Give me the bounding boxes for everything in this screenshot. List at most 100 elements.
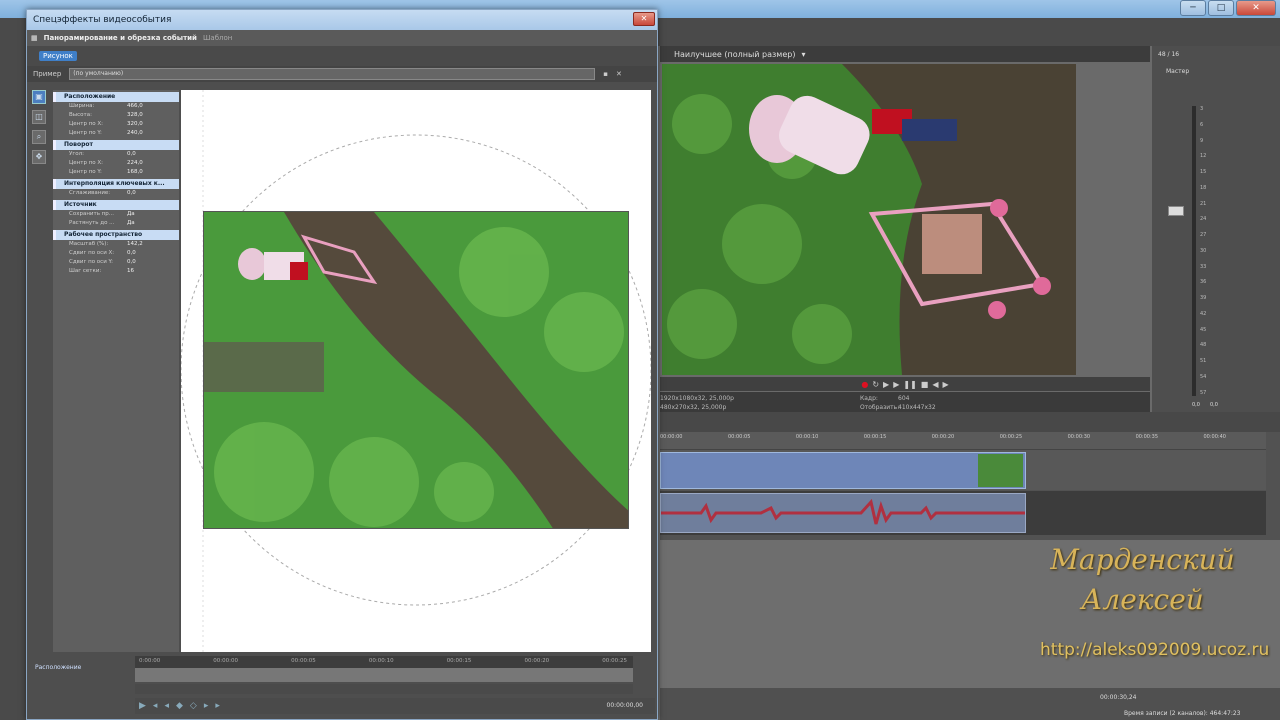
last-keyframe-icon[interactable]: ▸ <box>215 701 220 711</box>
property-value[interactable]: 320,0 <box>127 120 143 129</box>
property-row[interactable]: Центр по X: 320,0 <box>53 120 179 129</box>
property-value[interactable]: 240,0 <box>127 129 143 138</box>
meter-scale-label: 54 <box>1200 374 1207 381</box>
property-row[interactable]: Ширина: 466,0 <box>53 102 179 111</box>
property-value[interactable]: 0,0 <box>127 249 136 258</box>
property-row[interactable]: Сдвиг по оси Y: 0,0 <box>53 258 179 267</box>
delete-preset-icon[interactable]: ✕ <box>616 70 622 78</box>
property-row[interactable]: Центр по Y: 168,0 <box>53 168 179 177</box>
master-mixer: 48 / 16 Мастер 3 6 9 12 15 18 21 24 27 30 33 36 39 42… <box>1152 46 1280 412</box>
keyframe-track-label[interactable]: Расположение <box>35 664 81 671</box>
property-value[interactable]: 0,0 <box>127 258 136 267</box>
property-value[interactable]: 16 <box>127 267 134 276</box>
film-icon: ▦ <box>31 34 38 42</box>
zoom-tool-icon[interactable]: ⌕ <box>32 130 46 144</box>
video-clip[interactable] <box>660 452 1026 489</box>
normal-edit-tool-icon[interactable]: ▣ <box>32 90 46 104</box>
tab-pan-crop[interactable]: Панорамирование и обрезка событий <box>44 34 197 42</box>
property-value[interactable]: 328,0 <box>127 111 143 120</box>
move-tool-icon[interactable]: ✥ <box>32 150 46 164</box>
audio-clip[interactable] <box>660 493 1026 533</box>
watermark-name: Марденский Алексей <box>1030 540 1255 620</box>
loop-icon[interactable]: ↻ <box>872 380 879 389</box>
project-info: 1920x1080x32, 25,000p <box>660 395 734 402</box>
property-value[interactable]: 168,0 <box>127 168 143 177</box>
section-header[interactable]: Источник <box>53 200 179 210</box>
meter-scale-label: 33 <box>1200 263 1207 270</box>
property-row[interactable]: Угол: 0,0 <box>53 150 179 159</box>
tab-template[interactable]: Шаблон <box>203 34 232 42</box>
section-header[interactable]: Интерполяция ключевых к... <box>53 179 179 189</box>
dialog-titlebar[interactable]: Спецэффекты видеособытия ✕ <box>27 10 657 30</box>
preview-res-info: 480x270x32, 25,000p <box>660 404 727 411</box>
close-app-button[interactable]: ✕ <box>1236 0 1276 16</box>
tab-picture[interactable]: Рисунок <box>39 51 77 61</box>
volume-fader[interactable] <box>1168 206 1184 216</box>
property-row[interactable]: Сохранить пр... Да <box>53 210 179 219</box>
property-row[interactable]: Высота: 328,0 <box>53 111 179 120</box>
watermark-line2: Алексей <box>1081 583 1204 616</box>
property-value[interactable]: 0,0 <box>127 150 136 159</box>
property-row[interactable]: Центр по Y: 240,0 <box>53 129 179 138</box>
video-preview <box>662 64 1076 375</box>
play-start-icon[interactable]: ▶ <box>883 380 889 389</box>
meter-scale-label: 24 <box>1200 216 1207 223</box>
ruler-tick-label: 0:00:00 <box>139 658 161 664</box>
property-value[interactable]: Да <box>127 210 135 219</box>
display-value: 410x447x32 <box>898 404 936 411</box>
property-row[interactable]: Растянуть до ... Да <box>53 219 179 228</box>
meter-scale-label: 12 <box>1200 153 1207 160</box>
next-keyframe-icon[interactable]: ▸ <box>204 701 209 711</box>
property-name: Угол: <box>69 151 84 157</box>
delete-keyframe-icon[interactable]: ◇ <box>190 701 197 711</box>
section-header[interactable]: Расположение <box>53 92 179 102</box>
property-row[interactable]: Сдвиг по оси X: 0,0 <box>53 249 179 258</box>
prev-frame-icon[interactable]: ◀ <box>932 380 938 389</box>
ruler-tick-label: 00:00:15 <box>863 434 887 440</box>
section-header[interactable]: Поворот <box>53 140 179 150</box>
minimize-button[interactable]: ─ <box>1180 0 1206 16</box>
play-icon[interactable]: ▶ <box>893 380 899 389</box>
preview-transport: ● ↻ ▶ ▶ ❚❚ ■ ◀ ▶ <box>660 377 1150 391</box>
property-name: Масштаб (%): <box>69 241 109 247</box>
prev-keyframe-icon[interactable]: ◂ <box>164 701 169 711</box>
property-row[interactable]: Шаг сетки: 16 <box>53 267 179 276</box>
preset-select[interactable]: (по умолчанию) <box>69 68 596 80</box>
pause-icon[interactable]: ❚❚ <box>903 380 916 389</box>
keyframe-track[interactable] <box>135 668 633 682</box>
property-row[interactable]: Масштаб (%): 142,2 <box>53 240 179 249</box>
preview-info: 1920x1080x32, 25,000p 480x270x32, 25,000… <box>660 392 1150 412</box>
meter-scale-label: 45 <box>1200 326 1207 333</box>
watermark-line1: Марденский <box>1050 543 1235 576</box>
keyframe-scrollbar[interactable] <box>135 684 633 694</box>
preview-quality-select[interactable]: Наилучшее (полный размер) <box>674 50 795 59</box>
timeline-ruler[interactable]: 00:00:00 00:00:05 00:00:10 00:00:15 00:00:20… <box>660 432 1266 450</box>
play-icon[interactable]: ▶ <box>139 701 146 711</box>
property-row[interactable]: Сглаживание: 0,0 <box>53 189 179 198</box>
meter-scale-label: 15 <box>1200 169 1207 176</box>
crop-frame-image[interactable] <box>203 211 629 529</box>
app-window-controls: ─ □ ✕ <box>1180 0 1276 16</box>
timeline-toolbar <box>660 412 1280 432</box>
add-keyframe-icon[interactable]: ◆ <box>176 701 183 711</box>
frame-thumbnail <box>204 212 628 528</box>
next-frame-icon[interactable]: ▶ <box>942 380 948 389</box>
property-row[interactable]: Центр по X: 224,0 <box>53 159 179 168</box>
chevron-down-icon[interactable]: ▾ <box>801 50 805 59</box>
property-value[interactable]: 0,0 <box>127 189 136 198</box>
property-value[interactable]: 142,2 <box>127 240 143 249</box>
ruler-tick-label: 00:00:30 <box>1067 434 1091 440</box>
property-name: Сдвиг по оси X: <box>69 250 115 256</box>
record-icon[interactable]: ● <box>861 380 868 389</box>
save-preset-icon[interactable]: ▪ <box>603 70 608 78</box>
property-value[interactable]: Да <box>127 219 135 228</box>
property-value[interactable]: 466,0 <box>127 102 143 111</box>
property-value[interactable]: 224,0 <box>127 159 143 168</box>
first-keyframe-icon[interactable]: ◂ <box>153 701 158 711</box>
keyframe-ruler[interactable]: 0:00:00 00:00:00 00:00:05 00:00:10 00:00:15 0… <box>135 656 633 668</box>
maximize-button[interactable]: □ <box>1208 0 1234 16</box>
sync-cursor-tool-icon[interactable]: ◫ <box>32 110 46 124</box>
section-header[interactable]: Рабочее пространство <box>53 230 179 240</box>
stop-icon[interactable]: ■ <box>921 380 929 389</box>
dialog-close-button[interactable]: ✕ <box>633 12 655 26</box>
